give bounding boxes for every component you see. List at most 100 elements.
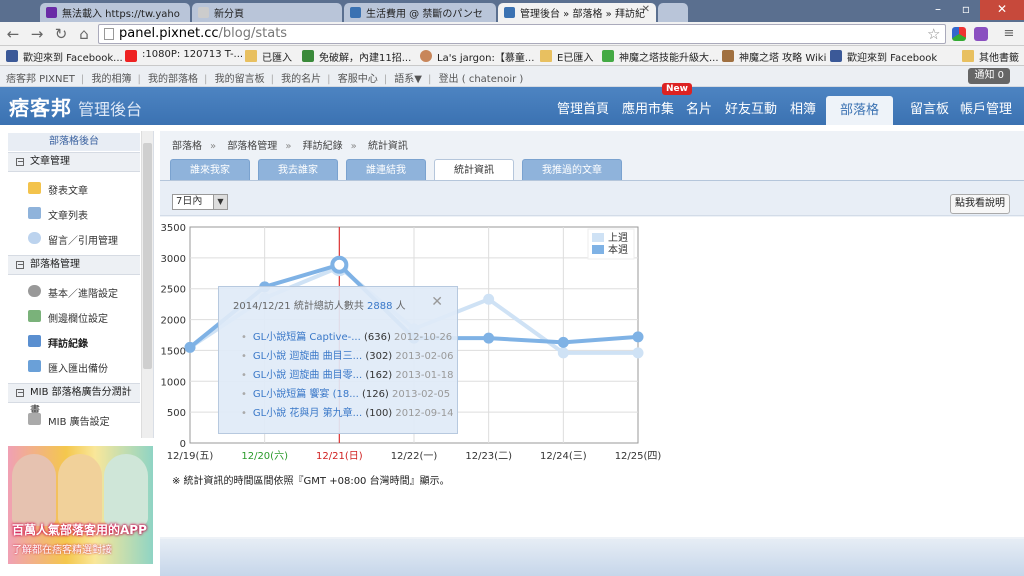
link-my-blog[interactable]: 我的部落格 [148, 74, 198, 85]
link-language[interactable]: 語系▼ [394, 74, 422, 85]
extension-icon[interactable] [974, 27, 988, 41]
link-logout[interactable]: 登出 ( chatenoir ) [439, 74, 524, 85]
pixnet-logo[interactable]: 痞客邦 [9, 92, 72, 121]
nav-app-market[interactable]: 應用市集 [622, 98, 674, 117]
nav-friends[interactable]: 好友互動 [725, 98, 777, 117]
link-my-album[interactable]: 我的相簿 [91, 74, 131, 85]
maximize-icon[interactable]: ▫ [952, 0, 980, 20]
data-point[interactable] [632, 331, 644, 343]
sidebar-item-sidebar-settings[interactable]: 側邊欄位設定 [28, 310, 108, 325]
article-title[interactable]: GL小說 花與月 第九章... [253, 408, 362, 419]
article-title[interactable]: GL小說 迴旋曲 曲目零... [253, 370, 362, 381]
browser-tab[interactable]: 新分頁 [192, 3, 342, 22]
close-icon[interactable]: ✕ [642, 4, 650, 15]
reload-icon[interactable]: ↻ [52, 25, 70, 43]
article-count: (100) [365, 408, 393, 419]
collapse-icon[interactable]: − [16, 261, 24, 269]
browser-tab[interactable]: 無法載入 https://tw.yaho [40, 3, 190, 22]
extension-icon[interactable] [952, 27, 966, 41]
bookmark-item[interactable]: 神魔之塔技能升級大... [602, 49, 719, 64]
address-bar[interactable]: panel.pixnet.cc/blog/stats [98, 24, 946, 44]
bookmark-star-icon[interactable]: ☆ [927, 25, 940, 43]
backup-icon [28, 360, 41, 372]
forward-icon[interactable]: → [28, 25, 46, 43]
breadcrumb-item-current: 統計資訊 [367, 141, 408, 152]
breadcrumb-item[interactable]: 部落格管理 [227, 141, 277, 152]
y-tick-label: 3000 [161, 254, 186, 265]
sidebar-scrollbar[interactable] [141, 131, 153, 438]
popup-title-text: 2014/12/21 統計總訪人數共 [233, 301, 364, 312]
article-title[interactable]: GL小說短篇 Captive-... [253, 332, 361, 343]
tab-who-visited[interactable]: 誰來我家 [170, 159, 250, 181]
window-close-icon[interactable]: ✕ [980, 0, 1024, 20]
promo-banner[interactable]: 百萬人氣部落客用的APP 了解都在痞客精選對接 [8, 446, 153, 564]
browser-tab-active[interactable]: 管理後台 » 部落格 » 拜訪紀 ✕ [498, 3, 656, 22]
link-support[interactable]: 客服中心 [338, 74, 378, 85]
bookmark-item[interactable]: 已匯入 [245, 49, 292, 64]
bookmark-item[interactable]: 歡迎來到 Facebook... [6, 49, 123, 64]
minimize-icon[interactable]: – [924, 0, 952, 20]
browser-tab[interactable]: 生活費用 @ 禁斷のパンセ [344, 3, 496, 22]
article-title[interactable]: GL小說 迴旋曲 曲目三... [253, 351, 362, 362]
back-icon[interactable]: ← [4, 25, 22, 43]
sidebar-item-mib-settings[interactable]: MIB 廣告設定 [28, 413, 110, 428]
data-point[interactable] [483, 293, 495, 305]
tab-pushed-articles[interactable]: 我推過的文章 [522, 159, 622, 181]
sidebar-section-articles[interactable]: − 文章管理 [8, 152, 140, 172]
scrollbar-thumb[interactable] [143, 143, 152, 369]
sidebar-item-article-list[interactable]: 文章列表 [28, 207, 88, 222]
sidebar-item-backup[interactable]: 匯入匯出備份 [28, 360, 108, 375]
breadcrumb-item[interactable]: 部落格 [172, 141, 202, 152]
nav-account[interactable]: 帳戶管理 [960, 98, 1012, 117]
nav-blog[interactable]: 部落格 [826, 96, 894, 125]
bookmark-item[interactable]: La's jargon:【慕童... [420, 49, 534, 64]
bookmark-item[interactable]: 歡迎來到 Facebook [830, 49, 937, 64]
close-icon[interactable]: ✕ [431, 294, 443, 310]
help-button[interactable]: 點我看說明 [950, 194, 1010, 214]
bookmark-item[interactable]: E已匯入 [540, 49, 593, 64]
sidebar-item-settings[interactable]: 基本／進階設定 [28, 285, 118, 300]
tab-i-visited[interactable]: 我去誰家 [258, 159, 338, 181]
tab-who-links[interactable]: 誰連結我 [346, 159, 426, 181]
bookmark-item[interactable]: :1080P: 120713 T-... [125, 49, 243, 62]
data-point[interactable] [557, 336, 569, 348]
link-pixnet[interactable]: 痞客邦 PIXNET [6, 74, 75, 85]
popup-row[interactable]: • GL小說 迴旋曲 曲目零... (162) 2013-01-18 [241, 366, 454, 381]
article-title[interactable]: GL小說短篇 饗宴 (18... [253, 389, 359, 400]
data-point[interactable] [483, 332, 495, 344]
popup-row[interactable]: • GL小說短篇 Captive-... (636) 2012-10-26 [241, 328, 452, 343]
notification-badge[interactable]: 通知 0 [968, 68, 1010, 84]
sidebar-section-mib[interactable]: − MIB 部落格廣告分潤計畫 [8, 383, 140, 416]
home-icon[interactable]: ⌂ [75, 25, 93, 43]
sidebar-item-visit-log[interactable]: 拜訪紀錄 [28, 335, 88, 350]
popup-row[interactable]: • GL小說 花與月 第九章... (100) 2012-09-14 [241, 404, 454, 419]
new-tab-button[interactable] [658, 3, 688, 22]
bookmark-item[interactable]: 其他書籤 [962, 49, 1019, 64]
popup-row[interactable]: • GL小說 迴旋曲 曲目三... (302) 2013-02-06 [241, 347, 454, 362]
sidebar-section-blog[interactable]: − 部落格管理 [8, 255, 140, 275]
data-point[interactable] [557, 347, 569, 359]
data-point[interactable] [184, 341, 196, 353]
popup-row[interactable]: • GL小說短篇 饗宴 (18... (126) 2013-02-05 [241, 385, 450, 400]
article-count: (162) [365, 370, 393, 381]
collapse-icon[interactable]: − [16, 389, 24, 397]
bookmark-item[interactable]: 免破解，內建11招... [302, 49, 411, 64]
link-my-card[interactable]: 我的名片 [281, 74, 321, 85]
nav-card[interactable]: 名片 [686, 98, 712, 117]
nav-guestbook[interactable]: 留言板 [910, 98, 949, 117]
data-point[interactable] [632, 347, 644, 359]
legend-swatch [592, 245, 604, 254]
chevron-down-icon[interactable]: ▼ [213, 195, 227, 209]
sidebar-item-post[interactable]: 發表文章 [28, 182, 88, 197]
data-point[interactable] [330, 255, 349, 274]
tab-statistics[interactable]: 統計資訊 [434, 159, 514, 182]
sidebar-item-comments[interactable]: 留言／引用管理 [28, 232, 118, 247]
menu-icon[interactable]: ≡ [1000, 25, 1018, 43]
nav-album[interactable]: 相簿 [790, 98, 816, 117]
collapse-icon[interactable]: − [16, 158, 24, 166]
nav-home[interactable]: 管理首頁 [557, 98, 609, 117]
range-select[interactable]: 7日內 ▼ [172, 194, 228, 210]
link-my-guestbook[interactable]: 我的留言板 [215, 74, 265, 85]
bookmark-item[interactable]: 神魔之塔 攻略 Wiki [722, 49, 826, 64]
breadcrumb-item[interactable]: 拜訪紀錄 [303, 141, 343, 152]
